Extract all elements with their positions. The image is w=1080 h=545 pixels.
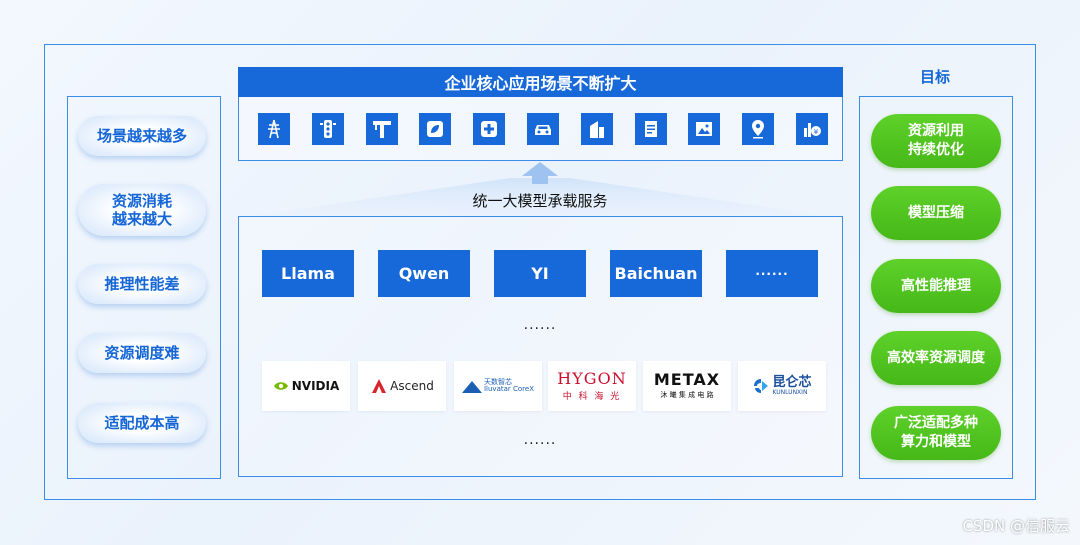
hygon-en-text: HYGON: [557, 368, 627, 388]
logo-nvidia: NVIDIA: [262, 361, 350, 411]
metax-en-text: METAX: [653, 370, 721, 389]
car-icon: [526, 113, 559, 145]
goal-broad-adaptation: 广泛适配多种 算力和模型: [871, 406, 1001, 460]
svg-text:¥: ¥: [814, 128, 819, 136]
ascend-text: Ascend: [390, 379, 434, 393]
hardware-ellipsis: ······: [523, 436, 557, 452]
logo-hygon: HYGON 中 科 海 光: [548, 361, 636, 411]
scenarios-title: 企业核心应用场景不断扩大: [238, 67, 843, 97]
building-icon: [580, 113, 613, 145]
up-arrow-icon: [522, 162, 558, 184]
goal-high-performance-inference: 高性能推理: [871, 259, 1001, 313]
goal-efficient-scheduling: 高效率资源调度: [871, 331, 1001, 385]
logo-ascend: Ascend: [358, 361, 446, 411]
logo-iluvatar: 天数智芯 Iluvatar CoreX: [454, 361, 542, 411]
nvidia-eye-icon: [273, 382, 288, 390]
challenge-item-inference: 推理性能差: [78, 264, 206, 304]
document-icon: [634, 113, 667, 145]
image-icon: [688, 113, 721, 145]
model-qwen: Qwen: [378, 250, 470, 297]
logo-metax: METAX 沐 曦 集 成 电 路: [643, 361, 731, 411]
challenge-item-scheduling: 资源调度难: [78, 333, 206, 373]
kunlunxin-cn-text: 昆仑芯: [772, 375, 812, 391]
kunlunxin-emblem-icon: [754, 379, 769, 393]
traffic-light-icon: [311, 113, 344, 145]
hygon-cn-text: 中 科 海 光: [562, 391, 622, 402]
scenario-icons-row: ¥: [258, 113, 828, 145]
model-baichuan: Baichuan: [610, 250, 702, 297]
challenge-item-scenarios: 场景越来越多: [78, 116, 206, 156]
challenge-item-adaptation: 适配成本高: [78, 403, 206, 443]
logo-kunlunxin: 昆仑芯 KUNLUNXIN: [738, 361, 826, 411]
medical-cross-icon: [473, 113, 506, 145]
map-pin-icon: [742, 113, 775, 145]
nvidia-text: NVIDIA: [291, 379, 340, 393]
eco-leaf-icon: [419, 113, 452, 145]
goals-title: 目标: [919, 68, 950, 86]
iluvatar-mountain-icon: [461, 381, 482, 393]
challenge-item-resources: 资源消耗 越来越大: [78, 184, 206, 236]
model-llama: Llama: [262, 250, 354, 297]
model-more: ······: [726, 250, 818, 297]
kunlunxin-en-text: KUNLUNXIN: [772, 388, 808, 396]
iluvatar-en-text: Iluvatar CoreX: [483, 385, 534, 393]
power-tower-icon: [258, 113, 290, 145]
factory-crane-icon: [365, 113, 398, 145]
ascend-a-icon: [372, 379, 387, 393]
watermark-text: CSDN @信服云: [962, 517, 1070, 535]
finance-icon: ¥: [795, 113, 828, 145]
metax-cn-text: 沐 曦 集 成 电 路: [660, 391, 714, 399]
unified-service-label: 统一大模型承载服务: [472, 192, 608, 210]
goal-resource-optimization: 资源利用 持续优化: [871, 114, 1001, 168]
goal-model-compression: 模型压缩: [871, 186, 1001, 240]
models-ellipsis: ······: [523, 321, 557, 337]
model-yi: YI: [494, 250, 586, 297]
